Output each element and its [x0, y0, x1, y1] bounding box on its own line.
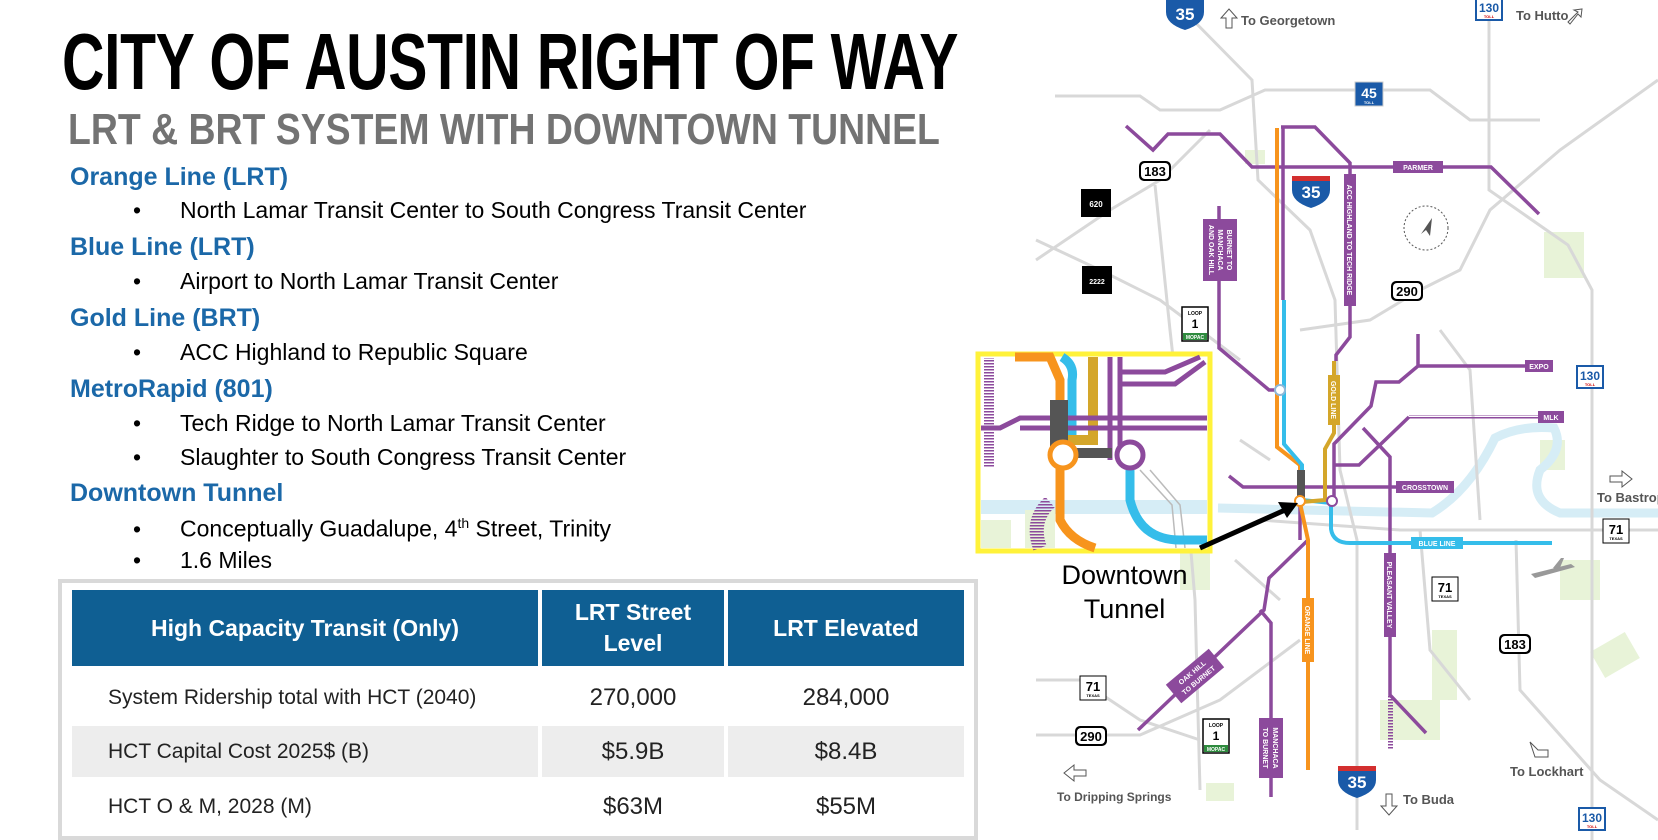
- svg-text:1: 1: [1213, 729, 1220, 743]
- rm620-shield-icon: 620: [1081, 189, 1111, 217]
- callout-arrow: [1198, 507, 1287, 551]
- svg-text:To Dripping Springs: To Dripping Springs: [1057, 790, 1172, 804]
- sh130-shield-icon: 130TOLL: [1578, 807, 1606, 831]
- sh130-shield-icon: 130TOLL: [1475, 0, 1503, 21]
- svg-text:130: 130: [1582, 811, 1602, 825]
- svg-text:2222: 2222: [1089, 279, 1105, 286]
- downtown-tunnel-callout: Downtown Tunnel: [1061, 560, 1188, 624]
- i35-shield-icon: 35: [1292, 176, 1330, 208]
- svg-text:130: 130: [1479, 1, 1499, 15]
- svg-text:TEXAS: TEXAS: [1438, 594, 1452, 599]
- svg-text:EXPO: EXPO: [1529, 364, 1549, 371]
- svg-text:TOLL: TOLL: [1585, 382, 1596, 387]
- svg-text:MANCHACA: MANCHACA: [1271, 727, 1278, 768]
- svg-text:TEXAS: TEXAS: [1609, 536, 1623, 541]
- svg-text:PARMER: PARMER: [1403, 165, 1433, 172]
- mlk-line: [1409, 415, 1539, 420]
- us290-shield-icon: 290: [1075, 726, 1107, 746]
- svg-text:MANCHACA: MANCHACA: [1216, 229, 1223, 270]
- svg-text:To Georgetown: To Georgetown: [1241, 13, 1335, 28]
- sh71-shield-icon: 71TEXAS: [1079, 675, 1107, 701]
- svg-text:MLK: MLK: [1543, 415, 1558, 422]
- station: [1326, 495, 1338, 507]
- i35-shield-icon: 35: [1338, 766, 1376, 798]
- svg-text:TO BURNET: TO BURNET: [1261, 728, 1268, 769]
- svg-text:CROSSTOWN: CROSSTOWN: [1402, 485, 1448, 492]
- downtown-inset: [975, 351, 1213, 554]
- svg-text:AND OAK HILL: AND OAK HILL: [1207, 225, 1214, 276]
- svg-text:To Buda: To Buda: [1403, 792, 1455, 807]
- crosstown-line: [1227, 474, 1397, 489]
- station: [1274, 384, 1286, 396]
- arrow-down-right-icon: [1529, 741, 1549, 758]
- svg-text:PLEASANT VALLEY: PLEASANT VALLEY: [1385, 562, 1392, 629]
- up-arrow-icon: [1219, 8, 1239, 29]
- sh71-shield-icon: 71TEXAS: [1602, 518, 1630, 544]
- us290-shield-icon: 290: [1391, 281, 1423, 301]
- svg-text:TOLL: TOLL: [1364, 100, 1375, 105]
- svg-text:290: 290: [1396, 284, 1418, 299]
- us183-shield-icon: 183: [1499, 634, 1531, 654]
- svg-text:290: 290: [1080, 729, 1102, 744]
- svg-text:71: 71: [1086, 679, 1100, 694]
- loop1-shield-icon: LOOP1MOPAC: [1181, 306, 1209, 342]
- sh45-shield-icon: 45TOLL: [1354, 81, 1384, 107]
- svg-text:TOLL: TOLL: [1587, 824, 1598, 829]
- arrow-ne-icon: [1567, 8, 1583, 25]
- svg-text:1: 1: [1192, 317, 1199, 331]
- down-arrow-icon: [1379, 793, 1399, 816]
- svg-text:35: 35: [1302, 183, 1321, 202]
- svg-text:183: 183: [1504, 637, 1526, 652]
- svg-text:To Bastrop: To Bastrop: [1597, 490, 1658, 505]
- arrow-right-icon: [1609, 469, 1633, 489]
- svg-text:183: 183: [1144, 164, 1166, 179]
- svg-text:To Hutto: To Hutto: [1516, 8, 1569, 23]
- svg-text:BURNET TO: BURNET TO: [1225, 230, 1232, 271]
- svg-text:ORANGE LINE: ORANGE LINE: [1303, 606, 1310, 655]
- left-arrow-icon: [1063, 763, 1087, 783]
- svg-text:BLUE LINE: BLUE LINE: [1419, 541, 1456, 548]
- svg-text:71: 71: [1609, 522, 1623, 537]
- svg-text:45: 45: [1361, 85, 1377, 101]
- transit-map: PARMER EXPO MLK CROSSTOWN BLUE LINE ORAN…: [975, 0, 1658, 840]
- svg-text:To Lockhart: To Lockhart: [1510, 764, 1584, 779]
- svg-text:TEXAS: TEXAS: [1086, 693, 1100, 698]
- svg-text:71: 71: [1438, 580, 1452, 595]
- us183-shield-icon: 183: [1139, 161, 1171, 181]
- svg-text:35: 35: [1176, 5, 1195, 24]
- svg-text:ACC HIGHLAND TO TECH RIDGE: ACC HIGHLAND TO TECH RIDGE: [1345, 185, 1352, 296]
- svg-text:MOPAC: MOPAC: [1186, 335, 1205, 341]
- rm2222-shield-icon: 2222: [1082, 266, 1112, 294]
- loop1-shield-icon: LOOP1MOPAC: [1202, 718, 1230, 754]
- sh130-shield-icon: 130TOLL: [1576, 365, 1604, 389]
- svg-text:130: 130: [1580, 369, 1600, 383]
- compass-icon: [1403, 205, 1449, 251]
- line-labels: PARMER EXPO MLK CROSSTOWN BLUE LINE ORAN…: [1165, 161, 1564, 778]
- parmer-line: [1124, 124, 1541, 216]
- svg-text:GOLD LINE: GOLD LINE: [1329, 381, 1336, 419]
- svg-text:TOLL: TOLL: [1484, 14, 1495, 19]
- svg-text:620: 620: [1089, 200, 1103, 209]
- svg-text:MOPAC: MOPAC: [1207, 747, 1226, 753]
- sh71-shield-icon: 71TEXAS: [1431, 576, 1459, 602]
- svg-text:35: 35: [1348, 773, 1367, 792]
